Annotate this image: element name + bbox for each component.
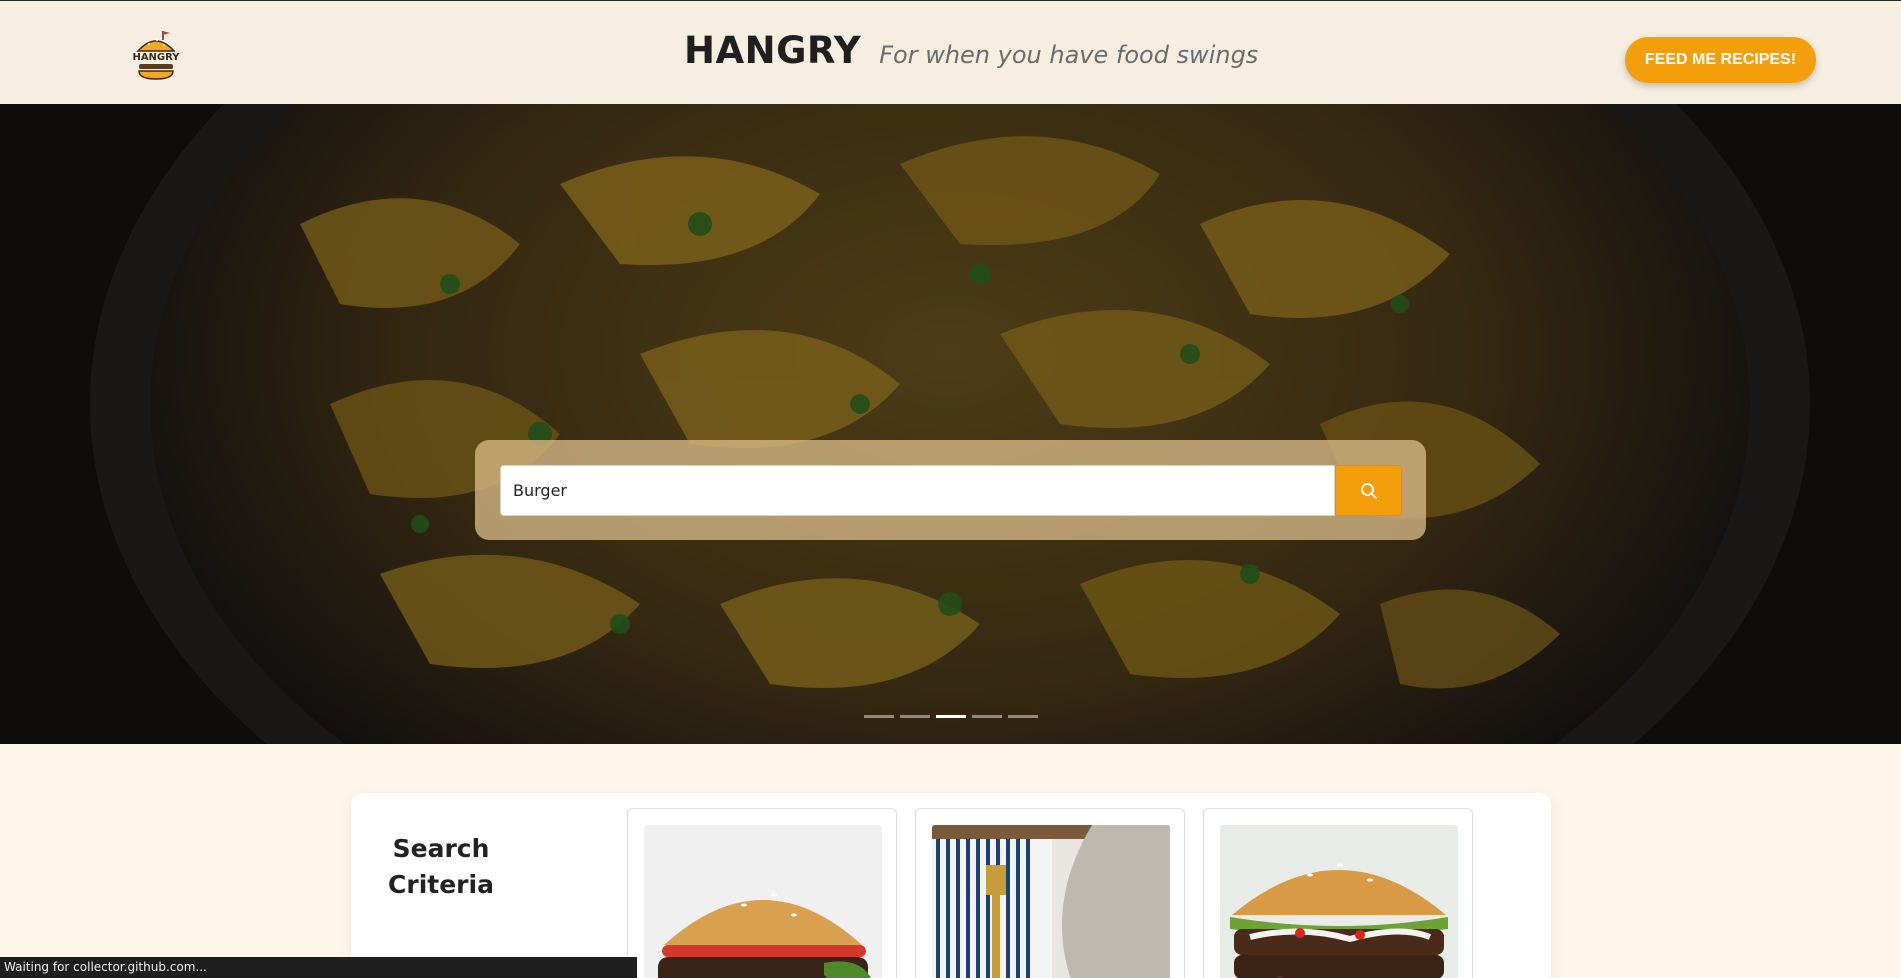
carousel-indicator-active[interactable] — [936, 715, 966, 718]
burger-icon: HANGRY — [132, 31, 180, 80]
logo[interactable]: HANGRY — [131, 27, 181, 83]
site-tagline: For when you have food swings — [879, 41, 1259, 69]
recipe-search-input[interactable] — [500, 465, 1335, 516]
svg-text:HANGRY: HANGRY — [132, 52, 180, 63]
site-header: HANGRY HANGRY For when you have food swi… — [0, 1, 1901, 104]
carousel-indicator[interactable] — [972, 715, 1002, 718]
recipe-card[interactable] — [915, 808, 1185, 978]
search-button[interactable] — [1335, 465, 1402, 516]
hero-pasta-image — [0, 104, 1901, 744]
carousel-indicator[interactable] — [864, 715, 894, 718]
search-panel — [475, 440, 1426, 540]
fork-plate-photo — [932, 825, 1170, 978]
brand: HANGRY For when you have food swings — [684, 29, 1258, 72]
search-criteria-title: Search Criteria — [388, 834, 494, 899]
site-title: HANGRY — [684, 29, 862, 72]
carousel-indicator[interactable] — [1008, 715, 1038, 718]
results-section: Search Criteria — [351, 793, 1551, 978]
loaded-burger-photo — [1220, 825, 1458, 978]
recipe-card[interactable] — [627, 808, 897, 978]
hero-carousel — [0, 104, 1901, 744]
recipe-card[interactable] — [1203, 808, 1473, 978]
feed-me-recipes-button[interactable]: FEED ME RECIPES! — [1625, 37, 1816, 83]
search-icon — [1360, 482, 1377, 499]
carousel-indicators — [864, 715, 1038, 718]
carousel-indicator[interactable] — [900, 715, 930, 718]
browser-status-bar: Waiting for collector.github.com... — [0, 957, 637, 978]
burger-photo — [644, 825, 882, 978]
